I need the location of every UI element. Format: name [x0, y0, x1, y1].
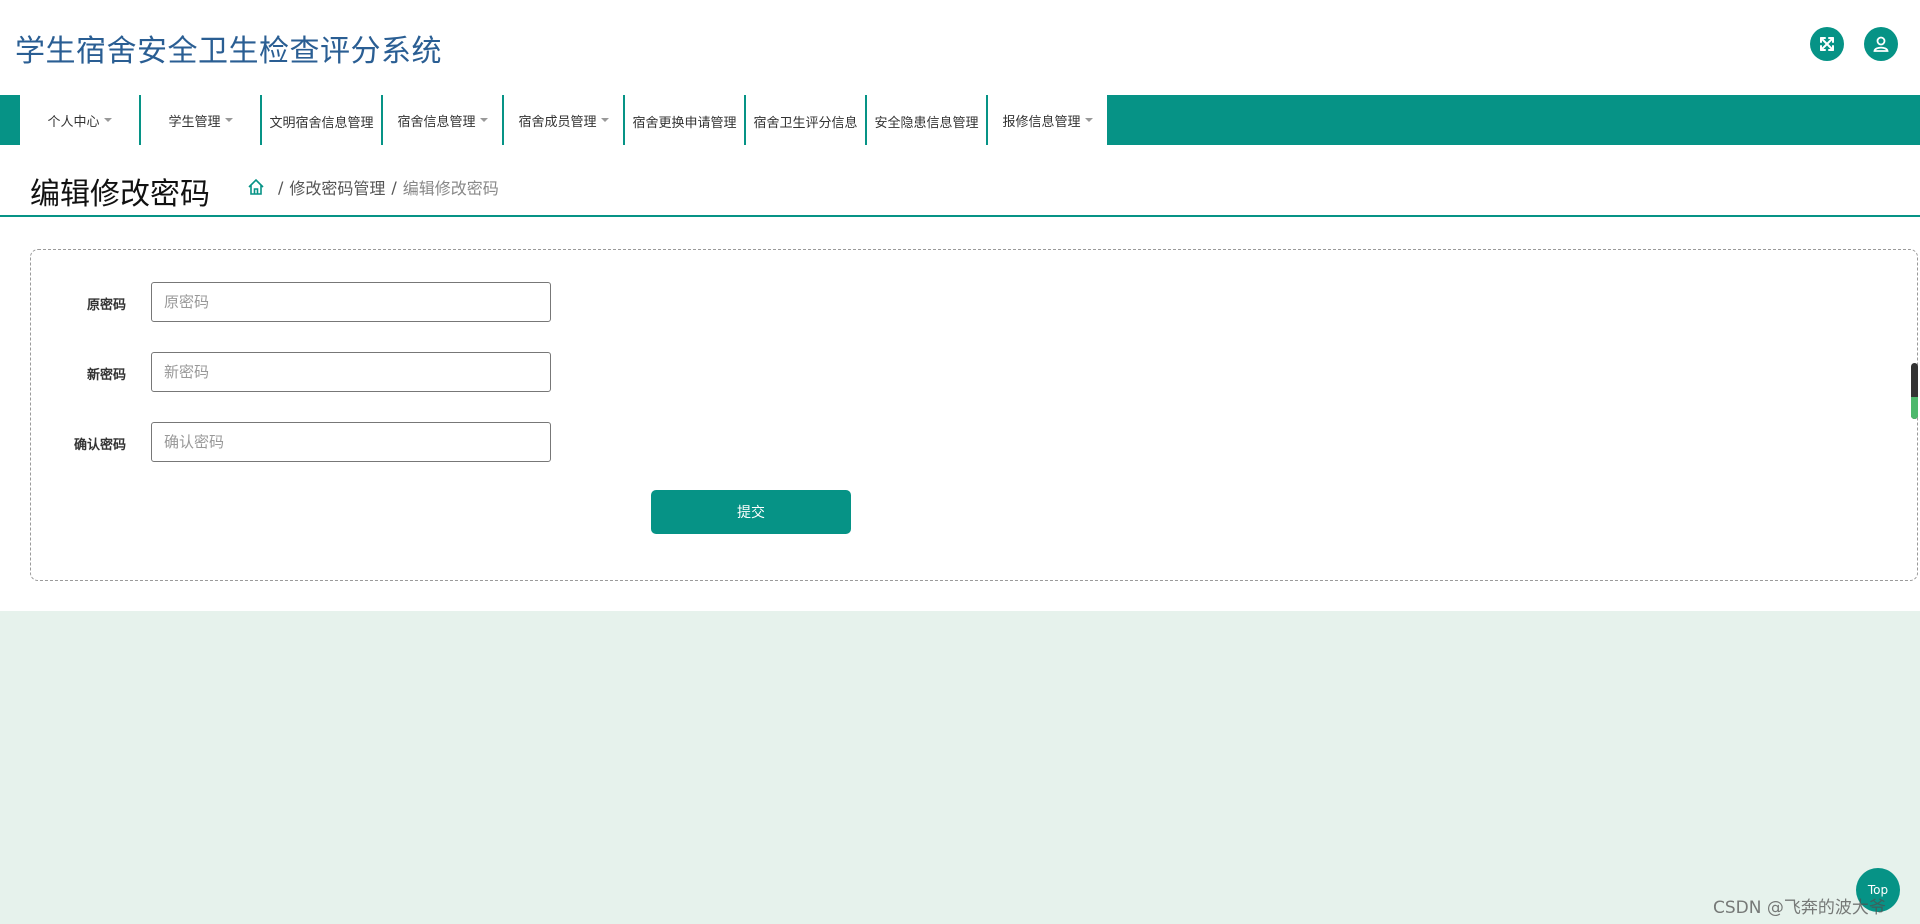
content-area: 原密码 新密码 确认密码 提交 — [0, 217, 1920, 611]
nav-item-label: 报修信息管理 — [1002, 114, 1081, 130]
nav-item-label: 宿舍卫生评分信息 — [753, 116, 858, 131]
scrollbar-fill — [1911, 397, 1918, 419]
nav-item-repair-info[interactable]: 报修信息管理 — [987, 95, 1108, 145]
old-password-label: 原密码 — [86, 298, 126, 313]
breadcrumb: / 修改密码管理 / 编辑修改密码 — [246, 175, 499, 199]
nav-item-label: 安全隐患信息管理 — [874, 116, 979, 131]
app-title: 学生宿舍安全卫生检查评分系统 — [15, 34, 442, 69]
user-icon — [1873, 36, 1889, 52]
caret-down-icon — [600, 118, 609, 122]
nav-item-personal-center[interactable]: 个人中心 — [19, 95, 140, 145]
fullscreen-button[interactable] — [1810, 27, 1844, 61]
breadcrumb-separator: / — [391, 177, 397, 197]
user-button[interactable] — [1864, 27, 1898, 61]
nav-item-label: 文明宿舍信息管理 — [269, 116, 374, 131]
confirm-password-input[interactable] — [151, 422, 551, 462]
caret-down-icon — [1084, 118, 1093, 122]
nav-item-student-management[interactable]: 学生管理 — [140, 95, 261, 145]
new-password-input[interactable] — [151, 352, 551, 392]
header: 学生宿舍安全卫生检查评分系统 — [0, 0, 1920, 95]
breadcrumb-separator: / — [278, 177, 284, 197]
old-password-input[interactable] — [151, 282, 551, 322]
confirm-password-row: 确认密码 — [31, 422, 631, 462]
nav-item-dorm-members[interactable]: 宿舍成员管理 — [503, 95, 624, 145]
new-password-row: 新密码 — [31, 352, 631, 392]
confirm-password-label: 确认密码 — [73, 438, 126, 453]
new-password-label: 新密码 — [86, 368, 126, 383]
breadcrumb-current: 编辑修改密码 — [402, 179, 499, 198]
password-form: 原密码 新密码 确认密码 提交 — [30, 249, 1918, 581]
caret-down-icon — [479, 118, 488, 122]
nav-item-label: 宿舍成员管理 — [518, 114, 597, 130]
fullscreen-icon — [1820, 37, 1834, 51]
page-header: 编辑修改密码 / 修改密码管理 / 编辑修改密码 — [0, 145, 1920, 217]
nav-item-label: 宿舍信息管理 — [397, 114, 476, 130]
main-nav: 个人中心 学生管理 文明宿舍信息管理 宿舍信息管理 宿舍成员管理 宿舍更换申请管… — [0, 95, 1920, 215]
watermark: CSDN @飞奔的波大爷 — [1713, 898, 1886, 918]
nav-item-label: 学生管理 — [168, 114, 221, 130]
breadcrumb-parent[interactable]: 修改密码管理 — [289, 175, 385, 199]
caret-down-icon — [224, 118, 233, 122]
page-title: 编辑修改密码 — [30, 177, 210, 212]
home-icon[interactable] — [246, 177, 266, 197]
nav-item-label: 宿舍更换申请管理 — [632, 116, 737, 131]
caret-down-icon — [103, 118, 112, 122]
old-password-row: 原密码 — [31, 282, 631, 322]
nav-item-dorm-info[interactable]: 宿舍信息管理 — [382, 95, 503, 145]
nav-item-label: 个人中心 — [47, 114, 100, 130]
submit-button[interactable]: 提交 — [651, 490, 851, 534]
scrollbar-thumb[interactable] — [1911, 363, 1918, 419]
